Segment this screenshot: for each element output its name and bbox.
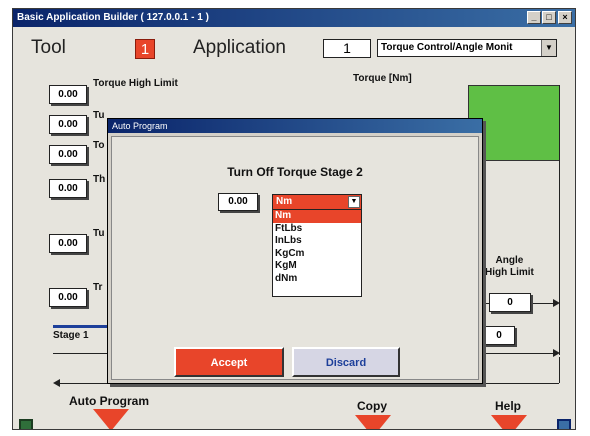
arrow-right-icon xyxy=(553,349,560,357)
angle-arrow-line-right xyxy=(533,303,553,304)
angle-high-limit-label: Angle High Limit xyxy=(485,255,534,278)
field-4[interactable]: 0.00 xyxy=(49,179,87,198)
accept-button[interactable]: Accept xyxy=(174,347,284,377)
torque-high-limit-field[interactable]: 0.00 xyxy=(49,85,87,104)
application-label: Application xyxy=(193,37,286,58)
stage-1-label: Stage 1 xyxy=(53,330,89,341)
unit-select[interactable]: Nm ▼ xyxy=(272,194,362,210)
field-6[interactable]: 0.00 xyxy=(49,288,87,307)
chevron-down-icon[interactable]: ▼ xyxy=(348,196,360,208)
tool-label: Tool xyxy=(31,37,66,58)
torque-high-limit-label: Torque High Limit xyxy=(93,78,178,89)
bottom-right-tick xyxy=(559,357,560,383)
unit-option-nm[interactable]: Nm xyxy=(273,210,361,223)
field-3[interactable]: 0.00 xyxy=(49,145,87,164)
field-2-label: Tu xyxy=(93,110,105,121)
application-number-field[interactable]: 1 xyxy=(323,39,371,58)
right-boundary-line xyxy=(559,85,560,355)
unit-option-kgcm[interactable]: KgCm xyxy=(273,248,361,261)
unit-option-ftlbs[interactable]: FtLbs xyxy=(273,223,361,236)
unit-option-inlbs[interactable]: InLbs xyxy=(273,235,361,248)
arrow-right-icon xyxy=(553,299,560,307)
unit-select-value: Nm xyxy=(276,196,293,207)
application-builder-window: Basic Application Builder ( 127.0.0.1 - … xyxy=(12,8,576,430)
chevron-down-icon[interactable]: ▼ xyxy=(541,40,556,56)
help-label: Help xyxy=(495,399,522,413)
arrow-left-icon xyxy=(53,379,60,387)
application-type-value: Torque Control/Angle Monit xyxy=(381,42,513,53)
dialog-title: Auto Program xyxy=(108,119,482,133)
angle-high-limit-field[interactable]: 0 xyxy=(489,293,531,312)
unit-option-dnm[interactable]: dNm xyxy=(273,273,361,286)
network-icon[interactable] xyxy=(557,419,571,429)
dialog-heading: Turn Off Torque Stage 2 xyxy=(227,165,363,179)
field-4-label: Th xyxy=(93,174,106,185)
save-disk-icon[interactable] xyxy=(19,419,33,429)
auto-program-dialog: Auto Program Turn Off Torque Stage 2 0.0… xyxy=(107,118,483,384)
copy-label: Copy xyxy=(357,399,387,413)
auto-program-button[interactable] xyxy=(93,409,129,429)
discard-button[interactable]: Discard xyxy=(292,347,400,377)
minimize-button[interactable]: _ xyxy=(527,11,541,24)
application-type-select[interactable]: Torque Control/Angle Monit ▼ xyxy=(377,39,557,57)
maximize-button[interactable]: □ xyxy=(542,11,556,24)
close-button[interactable]: × xyxy=(558,11,572,24)
turn-off-torque-field[interactable]: 0.00 xyxy=(218,193,258,211)
unit-dropdown-list: Nm FtLbs InLbs KgCm KgM dNm xyxy=(272,209,362,297)
auto-program-label: Auto Program xyxy=(69,394,150,408)
field-5[interactable]: 0.00 xyxy=(49,234,87,253)
field-2[interactable]: 0.00 xyxy=(49,115,87,134)
field-3-label: To xyxy=(93,140,105,151)
window-titlebar[interactable]: Basic Application Builder ( 127.0.0.1 - … xyxy=(13,9,575,27)
angle-value-field[interactable]: 0 xyxy=(483,326,515,345)
tool-number-button[interactable]: 1 xyxy=(135,39,155,59)
help-button[interactable] xyxy=(491,415,527,429)
torque-axis-label: Torque [Nm] xyxy=(353,73,412,84)
field-5-label: Tu xyxy=(93,228,105,239)
main-panel: Tool 1 Application 1 Torque Control/Angl… xyxy=(13,27,575,429)
stage-1-bar xyxy=(53,325,113,328)
copy-button[interactable] xyxy=(355,415,391,429)
field-6-label: Tr xyxy=(93,282,103,293)
dialog-body: Turn Off Torque Stage 2 0.00 Nm ▼ Nm FtL… xyxy=(111,136,479,380)
window-title: Basic Application Builder ( 127.0.0.1 - … xyxy=(17,12,209,23)
unit-option-kgm[interactable]: KgM xyxy=(273,260,361,273)
